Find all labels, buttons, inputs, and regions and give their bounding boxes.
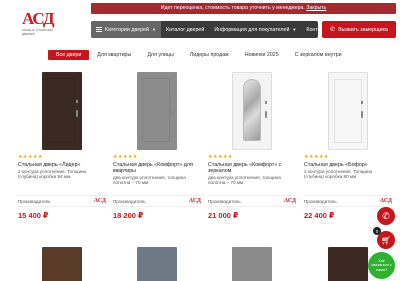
product-price: 21 000 ₽ [208,211,239,220]
door-image [328,72,368,150]
door-panel [334,79,362,143]
nav-info[interactable]: Информация для покупателей ▼ [209,21,301,38]
maker-logo: АСД [283,198,296,204]
product-desc: два контура уплотнения, толщина полотна … [208,175,281,186]
maker-logo: АСД [93,198,106,204]
filter-mirror[interactable]: С зеркалом внутри [287,50,350,60]
product-title[interactable]: Стальная дверь «Комфорт» с зеркалом [208,162,296,174]
filter-all[interactable]: Все двери [48,50,90,60]
site-header: АСД АЛЬЯНС СТАЛЬНЫХ ДВЕРЕЙ Идет переоцен… [0,0,400,46]
lock-icon [265,101,267,104]
maker-logo: АСД [379,198,392,204]
rating-stars: ★★★★★ [113,154,138,160]
call-measurer-label: Вызвать замерщика [338,26,388,33]
maker-label: Производитель [304,198,337,204]
filter-street[interactable]: Для улицы [139,50,181,60]
product-card-partial[interactable] [208,247,296,281]
maker-label: Производитель [113,198,146,204]
rating-stars: ★★★★★ [208,154,233,160]
floating-cart-button[interactable]: 🛒︎ 0 [373,227,395,249]
door-image [42,247,82,281]
nav-catalog-label: Каталог дверей [165,26,205,33]
product-desc: 2 контура уплотнения. Толщина (глубина) … [304,169,373,180]
door-image [137,247,177,281]
handle-icon [76,110,78,117]
door-panel [142,78,170,142]
handle-icon [171,110,173,117]
product-card-partial[interactable] [113,247,201,281]
lock-icon [76,100,78,103]
product-desc: 2 контура уплотнения. Толщина (глубина) … [18,169,87,180]
door-panel [47,78,75,142]
product-image[interactable] [18,72,106,150]
nav-categories[interactable]: Категории дверей ▼ [91,21,161,38]
product-price: 15 400 ₽ [18,211,49,220]
filter-tabs: Все двери Для квартиры Для улицы Лидеры … [48,50,350,60]
nav-categories-label: Категории дверей [105,26,149,33]
cart-icon: 🛒︎ [380,235,392,245]
maker-row: Производитель АСД [113,195,201,207]
call-measurer-button[interactable]: ✆ Вызвать замерщика [322,21,396,38]
maker-label: Производитель [18,198,51,204]
door-image [328,247,368,281]
menu-icon [96,27,102,32]
floating-contact-button[interactable]: Как связаться с нами? [368,252,395,279]
product-image[interactable] [113,72,201,150]
main-nav: Категории дверей ▼ Каталог дверей Информ… [91,21,329,38]
filter-bestsellers[interactable]: Лидеры продаж [182,50,237,60]
lock-icon [171,100,173,103]
notice-text: Идет переоценка, стоимость товара уточни… [160,5,305,11]
product-image[interactable] [208,72,296,150]
filter-apartment[interactable]: Для квартиры [89,50,139,60]
site-logo[interactable]: АСД АЛЬЯНС СТАЛЬНЫХ ДВЕРЕЙ [22,10,62,38]
nav-catalog[interactable]: Каталог дверей [161,21,209,38]
floating-phone-button[interactable]: ✆ [377,207,395,225]
price-notice-banner: Идет переоценка, стоимость товара уточни… [91,3,396,14]
maker-logo: АСД [188,198,201,204]
handle-icon [265,111,267,118]
nav-info-label: Информация для покупателей [214,26,290,33]
phone-icon: ✆ [382,210,390,221]
maker-row: Производитель АСД [208,195,296,207]
door-image [42,72,82,150]
product-title[interactable]: Стальная дверь «Лидер» [18,162,106,168]
product-price: 18 200 ₽ [113,211,144,220]
product-title[interactable]: Стальная дверь «Комфорт» для квартиры [113,162,201,174]
chevron-down-icon: ▼ [292,27,297,32]
contact-label: Как связаться с нами? [371,258,392,272]
handle-icon [361,111,363,118]
door-image [232,247,272,281]
logo-tagline: АЛЬЯНС СТАЛЬНЫХ ДВЕРЕЙ [22,28,54,36]
logo-mark: АСД [22,9,55,28]
product-card[interactable]: ★★★★★ Стальная дверь «Комфорт» для кварт… [113,72,201,237]
maker-row: Производитель АСД [304,195,392,207]
product-desc: два контура уплотнения, толщина полотна … [113,175,186,186]
product-card-partial[interactable] [18,247,106,281]
product-card[interactable]: ★★★★★ Стальная дверь «Комфорт» с зеркало… [208,72,296,237]
maker-label: Производитель [208,198,241,204]
filter-new[interactable]: Новинки 2025 [237,50,287,60]
phone-icon: ✆ [330,27,336,33]
product-card[interactable]: ★★★★★ Стальная дверь «Лидер» 2 контура у… [18,72,106,237]
mirror-panel [243,79,261,141]
maker-row: Производитель АСД [18,195,106,207]
lock-icon [361,101,363,104]
door-image [232,72,272,150]
notice-close-link[interactable]: Закрыть [306,5,326,11]
cart-count-badge: 0 [373,227,381,235]
product-image[interactable] [304,72,392,150]
rating-stars: ★★★★★ [304,154,329,160]
rating-stars: ★★★★★ [18,154,43,160]
door-image [137,72,177,150]
product-title[interactable]: Стальная дверь «Бофор» [304,162,392,168]
chevron-down-icon: ▼ [151,27,156,32]
product-price: 22 400 ₽ [304,211,335,220]
